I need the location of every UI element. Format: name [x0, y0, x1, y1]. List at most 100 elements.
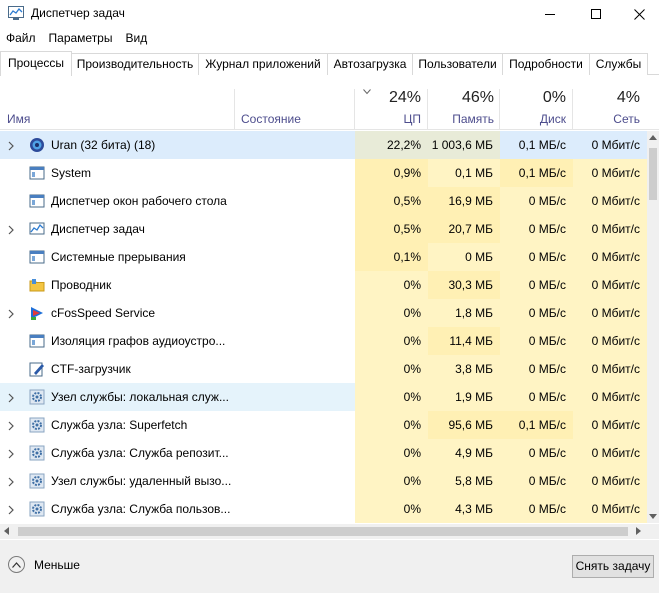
process-network: 0 Мбит/с: [573, 467, 647, 495]
chevron-right-icon[interactable]: [8, 420, 16, 431]
process-network: 0 Мбит/с: [573, 411, 647, 439]
scroll-right-icon[interactable]: [636, 527, 641, 535]
process-row[interactable]: Служба узла: Служба репозит... 0% 4,9 МБ 0 …: [0, 439, 647, 467]
network-total-percent[interactable]: 4%: [573, 89, 640, 107]
pen-icon: [29, 361, 45, 377]
footer-bar: Меньше Снять задачу: [0, 540, 659, 593]
vertical-scroll-thumb[interactable]: [649, 148, 657, 200]
column-disk-header[interactable]: Диск: [500, 112, 566, 126]
horizontal-scroll-thumb[interactable]: [18, 527, 628, 536]
process-network: 0 Мбит/с: [573, 383, 647, 411]
column-name-header[interactable]: Имя: [7, 112, 30, 126]
vertical-scrollbar[interactable]: [647, 131, 659, 523]
window-icon: [29, 193, 45, 209]
process-memory: 95,6 МБ: [428, 411, 500, 439]
process-network: 0 Мбит/с: [573, 299, 647, 327]
process-row[interactable]: Диспетчер задач 0,5% 20,7 МБ 0 МБ/с 0 Мбит/с: [0, 215, 647, 243]
process-disk: 0 МБ/с: [500, 383, 573, 411]
process-cpu: 0%: [355, 327, 428, 355]
close-button[interactable]: [619, 0, 659, 28]
process-row[interactable]: cFosSpeed Service 0% 1,8 МБ 0 МБ/с 0 Мбит/с: [0, 299, 647, 327]
menu-view[interactable]: Вид: [119, 29, 154, 49]
chevron-right-icon[interactable]: [8, 140, 16, 151]
window-title: Диспетчер задач: [31, 6, 125, 20]
process-name: Служба узла: Superfetch: [51, 418, 188, 432]
process-row[interactable]: Диспетчер окон рабочего стола 0,5% 16,9 МБ…: [0, 187, 647, 215]
process-cpu: 22,2%: [355, 131, 428, 159]
menu-file[interactable]: Файл: [0, 29, 43, 49]
process-name: Узел службы: удаленный вызо...: [51, 474, 231, 488]
process-row[interactable]: Uran (32 бита) (18) 22,2% 1 003,6 МБ 0,1 МБ…: [0, 131, 647, 159]
tab-details[interactable]: Подробности: [502, 53, 590, 75]
process-name: Узел службы: локальная служ...: [51, 390, 229, 404]
chevron-right-icon[interactable]: [8, 448, 16, 459]
chevron-right-icon[interactable]: [8, 392, 16, 403]
minimize-button[interactable]: [527, 0, 573, 28]
process-cpu: 0%: [355, 355, 428, 383]
end-task-button[interactable]: Снять задачу: [572, 555, 654, 578]
column-state-header[interactable]: Состояние: [241, 112, 301, 126]
chevron-up-icon: [8, 556, 25, 573]
column-network-header[interactable]: Сеть: [573, 112, 640, 126]
disk-total-percent[interactable]: 0%: [500, 89, 566, 107]
tab-users[interactable]: Пользователи: [412, 53, 503, 75]
process-row[interactable]: CTF-загрузчик 0% 3,8 МБ 0 МБ/с 0 Мбит/с: [0, 355, 647, 383]
cfos-icon: [29, 305, 45, 321]
column-memory-header[interactable]: Память: [428, 112, 494, 126]
process-cpu: 0%: [355, 299, 428, 327]
column-divider: [234, 89, 235, 130]
memory-total-percent[interactable]: 46%: [428, 89, 494, 107]
menu-options[interactable]: Параметры: [43, 29, 120, 49]
process-memory: 4,3 МБ: [428, 495, 500, 523]
chevron-right-icon[interactable]: [8, 308, 16, 319]
maximize-button[interactable]: [573, 0, 619, 28]
chevron-right-icon[interactable]: [8, 476, 16, 487]
process-row[interactable]: Изоляция графов аудиоустро... 0% 11,4 МБ 0 …: [0, 327, 647, 355]
process-network: 0 Мбит/с: [573, 495, 647, 523]
process-disk: 0 МБ/с: [500, 467, 573, 495]
process-name: Проводник: [51, 278, 112, 292]
tab-startup[interactable]: Автозагрузка: [327, 53, 413, 75]
process-network: 0 Мбит/с: [573, 439, 647, 467]
chevron-right-icon[interactable]: [8, 504, 16, 515]
tab-app-history[interactable]: Журнал приложений: [198, 53, 328, 75]
cpu-total-percent[interactable]: 24%: [355, 89, 421, 107]
process-row[interactable]: Проводник 0% 30,3 МБ 0 МБ/с 0 Мбит/с: [0, 271, 647, 299]
process-memory: 16,9 МБ: [428, 187, 500, 215]
window-icon: [29, 249, 45, 265]
tab-processes[interactable]: Процессы: [0, 51, 72, 76]
tab-performance[interactable]: Производительность: [71, 53, 199, 75]
process-row[interactable]: Системные прерывания 0,1% 0 МБ 0 МБ/с 0 Мбит…: [0, 243, 647, 271]
process-name: Системные прерывания: [51, 250, 186, 264]
process-disk: 0,1 МБ/с: [500, 131, 573, 159]
fewer-details-button[interactable]: Меньше: [8, 556, 80, 573]
folder-icon: [29, 277, 45, 293]
gear-icon: [29, 445, 45, 461]
process-name: Изоляция графов аудиоустро...: [51, 334, 226, 348]
process-memory: 3,8 МБ: [428, 355, 500, 383]
process-disk: 0 МБ/с: [500, 187, 573, 215]
process-row[interactable]: Узел службы: локальная служ... 0% 1,9 МБ 0 …: [0, 383, 647, 411]
process-row[interactable]: Служба узла: Служба пользов... 0% 4,3 МБ 0 …: [0, 495, 647, 523]
process-row[interactable]: System 0,9% 0,1 МБ 0,1 МБ/с 0 Мбит/с: [0, 159, 647, 187]
scroll-left-icon[interactable]: [4, 527, 9, 535]
horizontal-scrollbar[interactable]: [0, 524, 659, 539]
window-icon: [29, 333, 45, 349]
process-row[interactable]: Узел службы: удаленный вызо... 0% 5,8 МБ 0 …: [0, 467, 647, 495]
chevron-right-icon[interactable]: [8, 224, 16, 235]
process-disk: 0 МБ/с: [500, 327, 573, 355]
scroll-down-icon[interactable]: [649, 514, 657, 519]
process-cpu: 0,1%: [355, 243, 428, 271]
window-icon: [29, 165, 45, 181]
column-cpu-header[interactable]: ЦП: [355, 112, 421, 126]
process-name: CTF-загрузчик: [51, 362, 131, 376]
process-memory: 1 003,6 МБ: [428, 131, 500, 159]
process-cpu: 0%: [355, 495, 428, 523]
taskmgr-app-icon: [8, 6, 24, 20]
scroll-up-icon[interactable]: [649, 135, 657, 140]
tab-services[interactable]: Службы: [589, 53, 648, 75]
process-row[interactable]: Служба узла: Superfetch 0% 95,6 МБ 0,1 МБ/с…: [0, 411, 647, 439]
process-list: Uran (32 бита) (18) 22,2% 1 003,6 МБ 0,1 МБ…: [0, 131, 647, 523]
process-cpu: 0%: [355, 383, 428, 411]
process-network: 0 Мбит/с: [573, 131, 647, 159]
